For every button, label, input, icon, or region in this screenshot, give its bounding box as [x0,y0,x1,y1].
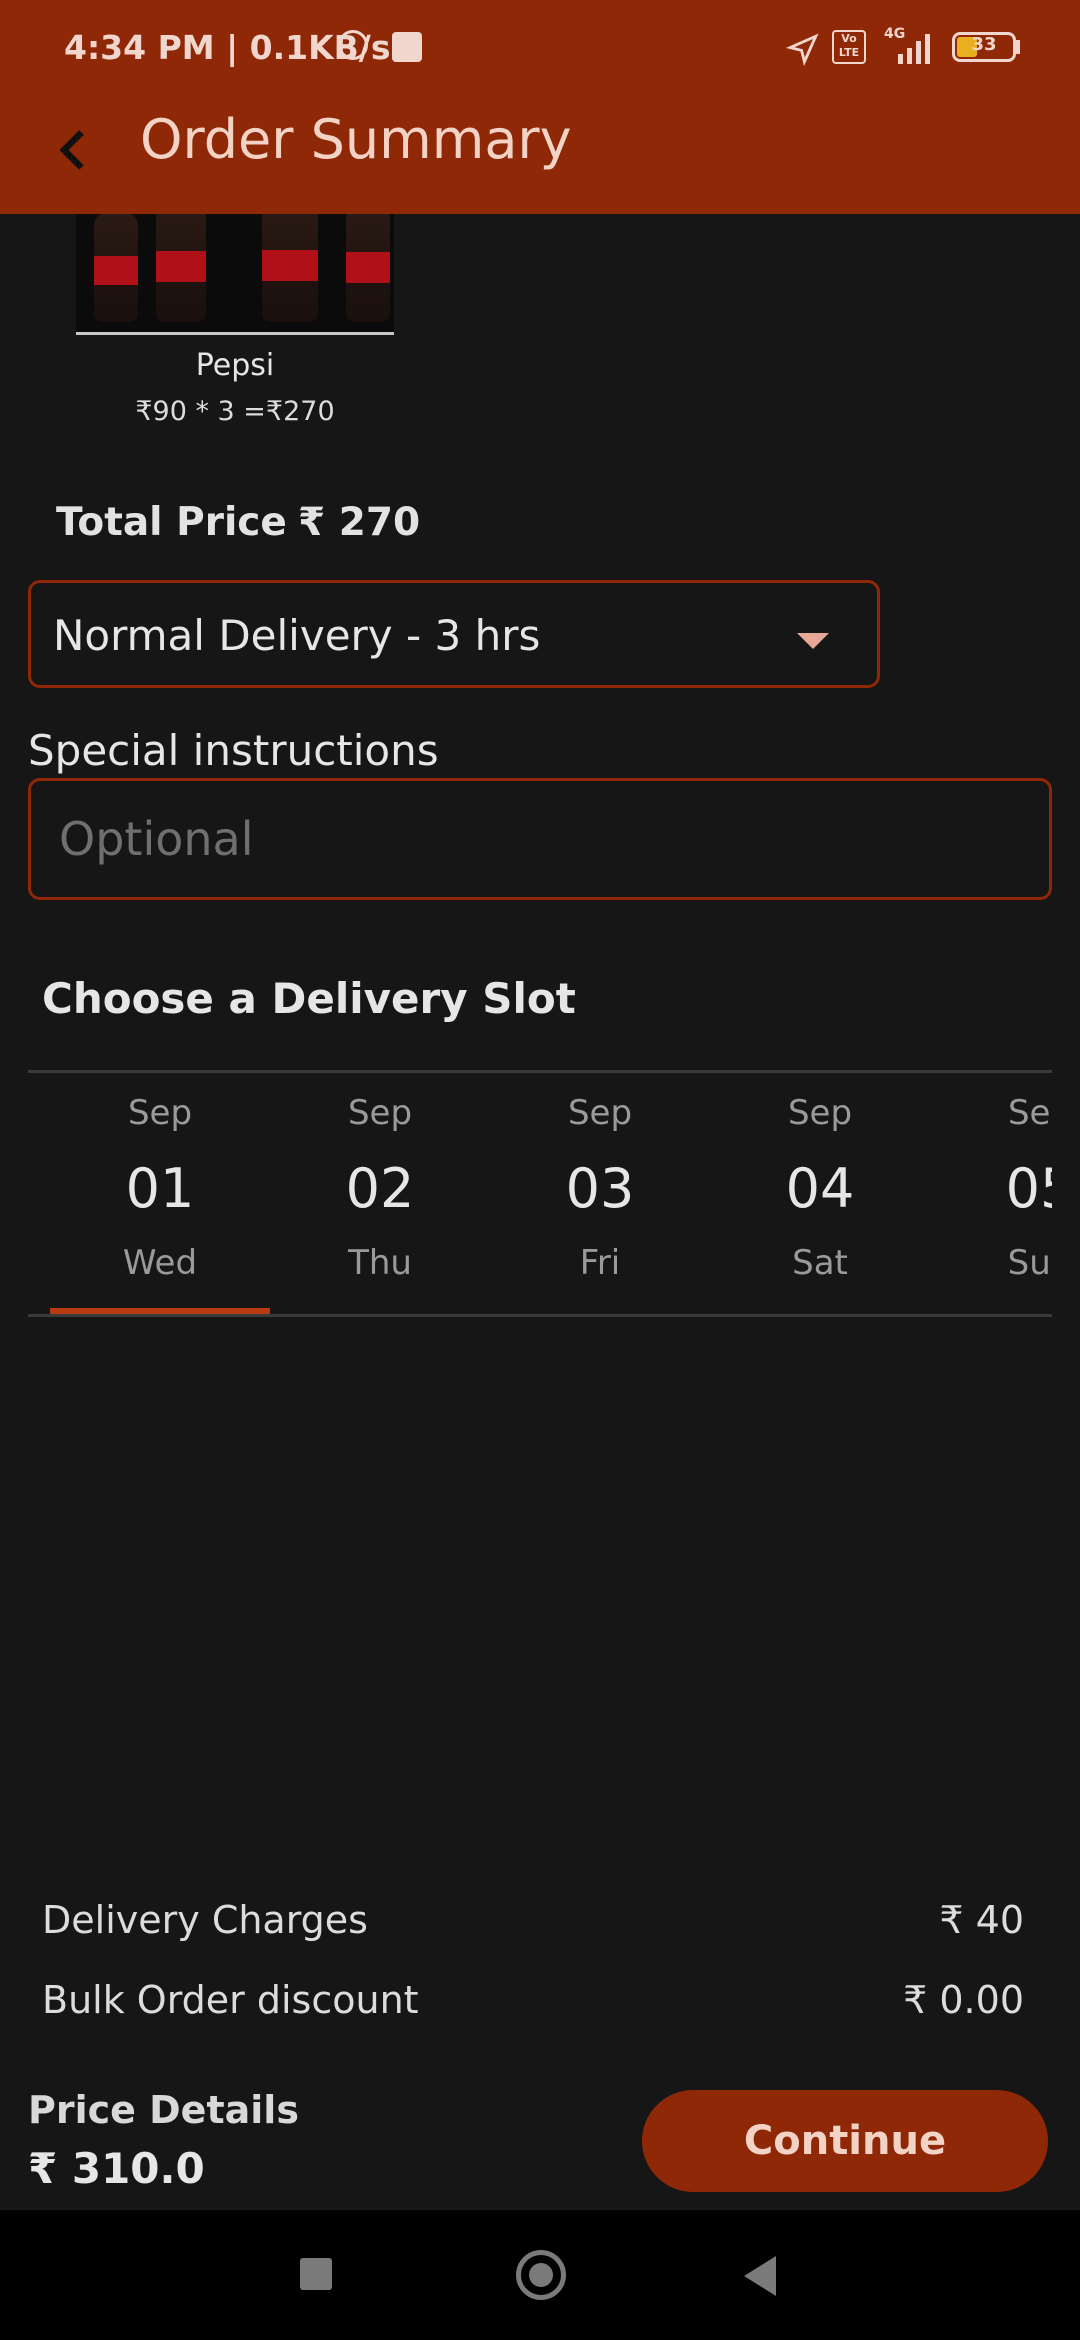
volte-icon: Vo LTE [832,30,866,64]
date-number: 05 [1005,1157,1052,1220]
date-number: 01 [125,1157,195,1220]
delivery-charges-value: ₹ 40 [939,1898,1024,1942]
nav-back-icon[interactable] [744,2256,776,2296]
date-weekday: Thu [348,1243,412,1283]
date-item[interactable]: Sep 01 Wed [50,1075,270,1315]
date-item[interactable]: Sep 02 Thu [270,1075,490,1315]
dropdown-arrow-icon [797,633,829,649]
battery-level: 33 [971,34,997,55]
date-month: Sep [347,1093,413,1133]
recents-icon[interactable] [300,2258,332,2290]
battery-tip [1016,40,1020,54]
date-month: Sep [787,1093,853,1133]
date-month: Sep [567,1093,633,1133]
continue-button[interactable]: Continue [642,2090,1048,2192]
date-weekday: Sat [792,1243,848,1283]
total-price-value: ₹ 270 [298,500,421,545]
alarm-icon [338,30,368,60]
product-name: Pepsi [195,348,275,383]
date-weekday: Sun [1007,1243,1052,1283]
date-month: Sep [1007,1093,1052,1133]
delivery-slot-heading: Choose a Delivery Slot [42,974,576,1023]
back-icon[interactable] [44,120,104,180]
location-icon [786,33,819,66]
date-item[interactable]: Sep 03 Fri [490,1075,710,1315]
date-number: 04 [785,1157,855,1220]
bulk-discount-label: Bulk Order discount [42,1978,419,2022]
price-details-value: ₹ 310.0 [28,2144,205,2193]
date-month: Sep [127,1093,193,1133]
date-number: 03 [565,1157,635,1220]
special-instructions-input[interactable] [28,778,1052,900]
date-item[interactable]: Sep 05 Sun [930,1075,1052,1315]
product-image [76,214,394,335]
page-title: Order Summary [140,108,572,171]
divider [28,1070,1052,1073]
divider [28,1314,1052,1317]
signal-icon [898,34,930,64]
product-price-calculation: ₹90 * 3 =₹270 [135,396,335,427]
price-details-label: Price Details [28,2088,299,2132]
date-selector: Sep 01 Wed Sep 02 Thu Sep 03 Fri Sep 04 … [28,1075,1052,1315]
delivery-type-dropdown[interactable]: Normal Delivery - 3 hrs [28,580,880,688]
delivery-charges-label: Delivery Charges [42,1898,368,1942]
battery-icon: 33 [952,32,1016,62]
special-instructions-label: Special instructions [28,726,439,775]
total-price-label: Total Price [56,500,287,545]
date-weekday: Wed [122,1243,198,1283]
date-number: 02 [345,1157,415,1220]
date-weekday: Fri [579,1243,621,1283]
upload-icon [392,32,422,62]
date-item[interactable]: Sep 04 Sat [710,1075,930,1315]
bulk-discount-value: ₹ 0.00 [903,1978,1024,2022]
home-icon-center [529,2263,553,2287]
delivery-type-selected: Normal Delivery - 3 hrs [53,611,541,660]
